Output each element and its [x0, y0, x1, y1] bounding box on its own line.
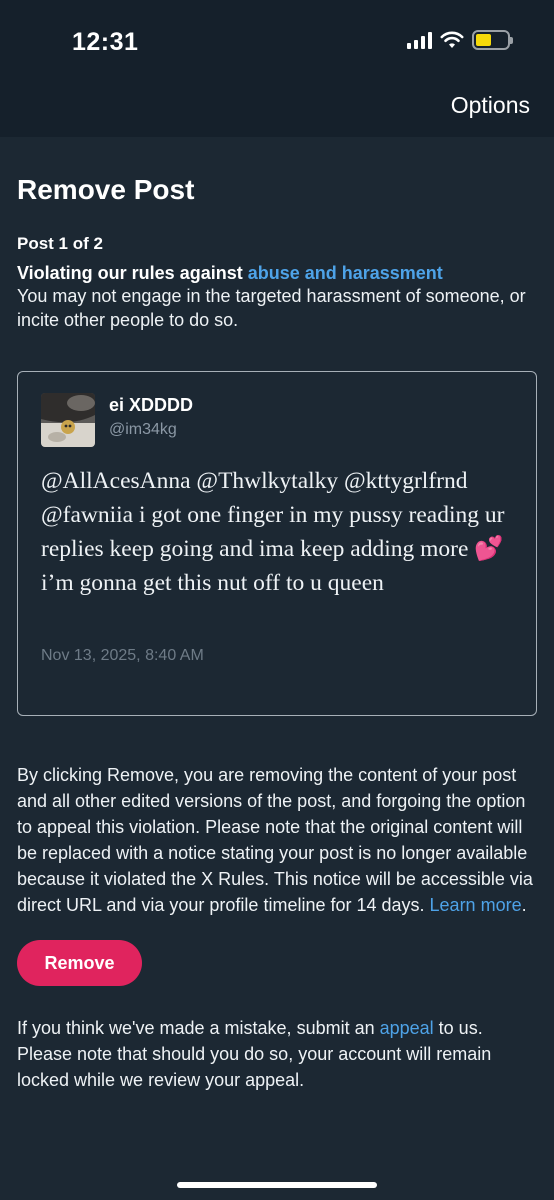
rule-prefix: Violating our rules against — [17, 263, 248, 283]
home-indicator[interactable] — [177, 1182, 377, 1188]
rule-heading: Violating our rules against abuse and ha… — [17, 263, 537, 284]
appeal-prefix: If you think we've made a mistake, submi… — [17, 1018, 380, 1038]
post-timestamp: Nov 13, 2025, 8:40 AM — [41, 647, 204, 664]
author-handle: @im34kg — [109, 421, 177, 438]
options-button[interactable]: Options — [451, 92, 530, 119]
removal-notice-text: By clicking Remove, you are removing the… — [17, 765, 533, 915]
author-name: ei XDDDD — [109, 395, 194, 415]
remove-post-content: Remove Post Post 1 of 2 Violating our ru… — [17, 137, 537, 1093]
post-text: @AllAcesAnna @Thwlkytalky @kttygrlfrnd @… — [41, 464, 521, 600]
avatar — [41, 393, 95, 447]
cellular-signal-icon — [407, 31, 432, 49]
post-card: ei XDDDD @im34kg @AllAcesAnna @Thwlkytal… — [17, 371, 537, 716]
rule-description: You may not engage in the targeted haras… — [17, 286, 526, 330]
appeal-link[interactable]: appeal — [380, 1018, 434, 1038]
removal-notice: By clicking Remove, you are removing the… — [17, 762, 537, 918]
rule-link[interactable]: abuse and harassment — [248, 263, 443, 283]
post-text-part-2: i’m gonna get this nut off to u queen — [41, 570, 384, 596]
status-time: 12:31 — [72, 28, 139, 56]
post-counter: Post 1 of 2 — [17, 234, 103, 253]
remove-button[interactable]: Remove — [17, 940, 142, 986]
battery-icon — [472, 30, 513, 50]
page-title: Remove Post — [17, 174, 195, 205]
status-icons — [407, 30, 513, 50]
two-hearts-emoji: 💕 — [474, 536, 504, 562]
learn-more-link[interactable]: Learn more — [430, 895, 522, 915]
appeal-notice: If you think we've made a mistake, submi… — [17, 1015, 537, 1093]
post-text-part-1: @AllAcesAnna @Thwlkytalky @kttygrlfrnd @… — [41, 468, 505, 562]
wifi-icon — [440, 31, 464, 48]
notice-period: . — [521, 895, 527, 915]
top-bar: 12:31 Options — [0, 0, 554, 137]
